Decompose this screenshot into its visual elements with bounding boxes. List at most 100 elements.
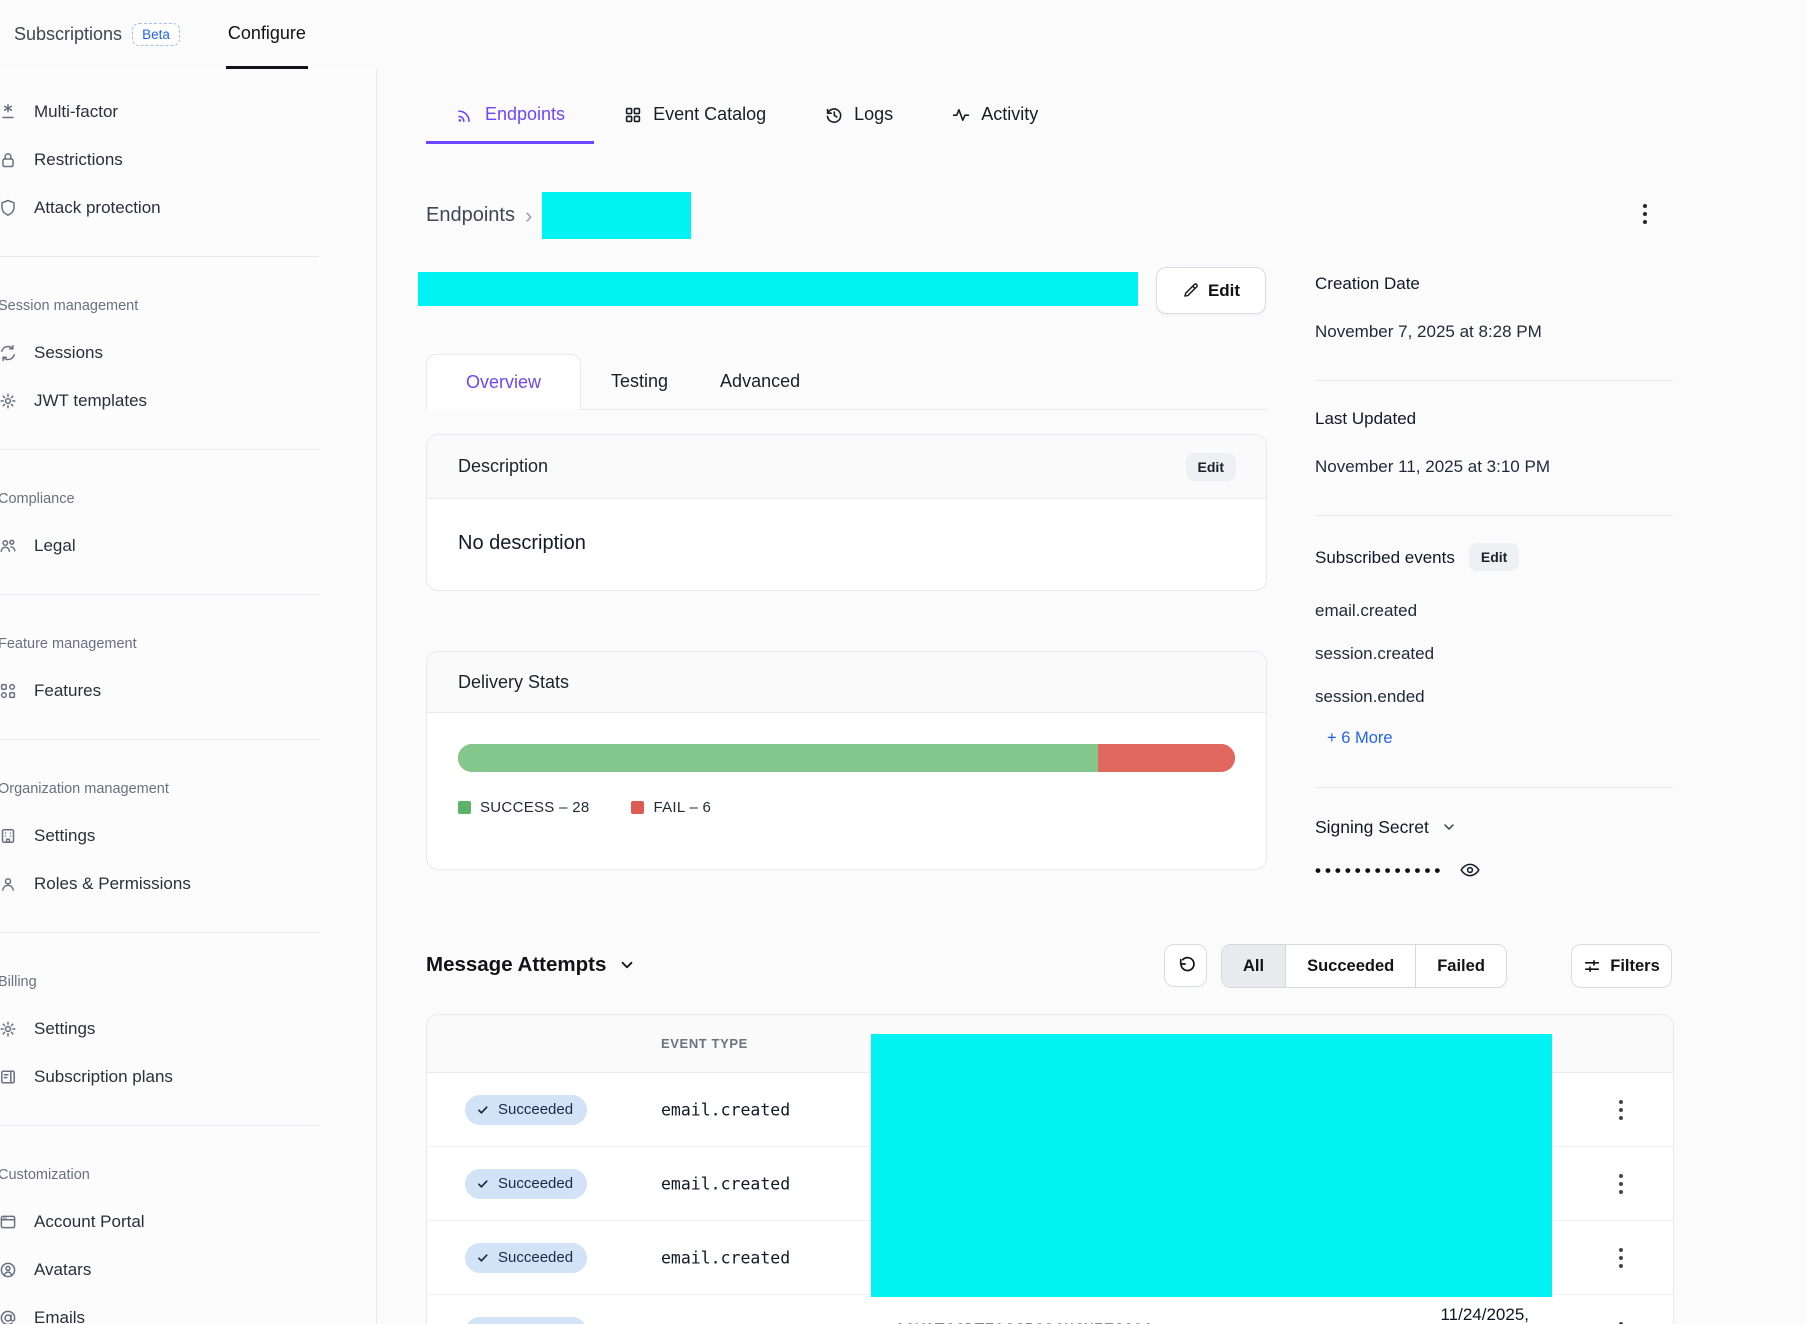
redaction-table-columns [871, 1034, 1552, 1297]
rotate-icon [0, 343, 18, 363]
sidebar-item-sessions[interactable]: Sessions [0, 329, 376, 377]
sidebar-item-multi-factor[interactable]: Multi-factor [0, 88, 376, 136]
segment-all[interactable]: All [1222, 945, 1285, 987]
history-icon [824, 105, 844, 125]
more-events-link[interactable]: + 6 More [1315, 728, 1393, 749]
timestamp-cell: 11/24/2025, [1402, 1305, 1529, 1324]
signing-secret-row[interactable]: Signing Secret [1315, 816, 1674, 838]
edit-label: Edit [1208, 281, 1240, 301]
segment-succeeded[interactable]: Succeeded [1285, 945, 1415, 987]
edit-endpoint-button[interactable]: Edit [1156, 267, 1266, 314]
sidebar-divider [0, 594, 319, 595]
sidebar-item-label: JWT templates [34, 391, 147, 411]
sidebar-item-avatars[interactable]: Avatars [0, 1246, 376, 1294]
sidebar-item-org-settings[interactable]: Settings [0, 812, 376, 860]
tab-subscriptions[interactable]: Subscriptions Beta [14, 0, 180, 69]
activity-icon [951, 105, 971, 125]
webhooks-tabs: Endpoints Event Catalog Logs Activity [426, 92, 1067, 144]
description-title: Description [458, 456, 548, 477]
sidebar-item-label: Emails [34, 1308, 85, 1324]
tab-event-catalog[interactable]: Event Catalog [594, 92, 795, 144]
sidebar-item-emails[interactable]: Emails [0, 1294, 376, 1324]
sidebar-section-organization-management: Organization management [0, 780, 376, 798]
table-row[interactable]: Succeeded email.created 01KAT66RT7Q6C5G9… [427, 1295, 1673, 1324]
sidebar-item-account-portal[interactable]: Account Portal [0, 1198, 376, 1246]
row-menu-button[interactable] [1611, 1167, 1631, 1201]
sidebar-section-billing: Billing [0, 973, 376, 991]
sidebar-item-restrictions[interactable]: Restrictions [0, 136, 376, 184]
status-badge: Succeeded [465, 1317, 587, 1324]
tab-advanced[interactable]: Advanced [720, 354, 800, 409]
sidebar-item-features[interactable]: Features [0, 667, 376, 715]
chevron-down-icon [1441, 819, 1457, 835]
signing-secret-value-row: ••••••••••••• [1315, 859, 1674, 883]
sidebar-divider [0, 739, 319, 740]
tab-overview[interactable]: Overview [426, 354, 581, 410]
breadcrumb: Endpoints › [426, 192, 691, 239]
sidebar-section-customization: Customization [0, 1166, 376, 1184]
breadcrumb-endpoints-link[interactable]: Endpoints [426, 204, 515, 227]
edit-description-button[interactable]: Edit [1186, 453, 1236, 481]
message-attempts-table: EVENT TYPE Succeeded email.created Succe… [426, 1014, 1674, 1324]
row-menu-button[interactable] [1611, 1241, 1631, 1275]
check-icon [476, 1103, 490, 1117]
event-type-cell: email.created [661, 1100, 790, 1119]
sidebar-item-label: Restrictions [34, 150, 123, 170]
sidebar-item-label: Settings [34, 826, 95, 846]
sidebar-item-label: Multi-factor [34, 102, 118, 122]
sidebar-item-jwt-templates[interactable]: JWT templates [0, 377, 376, 425]
success-legend-label: SUCCESS – 28 [480, 799, 589, 816]
legend-success: SUCCESS – 28 [458, 799, 589, 816]
sidebar-item-attack-protection[interactable]: Attack protection [0, 184, 376, 232]
delivery-stats-title: Delivery Stats [458, 672, 569, 693]
avatar-icon [0, 1260, 18, 1280]
sidebar-item-subscription-plans[interactable]: Subscription plans [0, 1053, 376, 1101]
sidebar-item-billing-settings[interactable]: Settings [0, 1005, 376, 1053]
breadcrumb-separator: › [525, 203, 532, 229]
row-menu-button[interactable] [1611, 1315, 1631, 1324]
grid-dots-icon [0, 681, 18, 701]
description-card: Description Edit No description [426, 434, 1267, 591]
sidebar-item-label: Account Portal [34, 1212, 145, 1232]
row-menu-button[interactable] [1611, 1093, 1631, 1127]
subscribed-events-label: Subscribed events [1315, 547, 1455, 568]
delivery-stats-bar [458, 744, 1235, 772]
tab-label: Advanced [720, 371, 800, 392]
sidebar-item-label: Legal [34, 536, 76, 556]
creation-date-value: November 7, 2025 at 8:28 PM [1315, 321, 1674, 342]
reveal-secret-button[interactable] [1458, 859, 1482, 883]
endpoint-menu-button[interactable] [1633, 196, 1657, 232]
refresh-button[interactable] [1164, 944, 1207, 987]
success-bar-segment [458, 744, 1098, 772]
lock-icon [0, 150, 18, 170]
gear-icon [0, 391, 18, 411]
segment-failed[interactable]: Failed [1415, 945, 1506, 987]
rss-icon [455, 105, 475, 125]
description-empty-text: No description [427, 499, 1266, 588]
tab-logs[interactable]: Logs [795, 92, 922, 144]
sidebar-item-label: Features [34, 681, 101, 701]
tab-configure[interactable]: Configure [226, 0, 308, 69]
sidebar-divider [0, 449, 319, 450]
status-badge: Succeeded [465, 1169, 587, 1199]
tab-endpoints[interactable]: Endpoints [426, 92, 594, 144]
sidebar-item-legal[interactable]: Legal [0, 522, 376, 570]
tab-label: Overview [466, 372, 541, 393]
edit-subscribed-events-button[interactable]: Edit [1469, 543, 1519, 571]
delivery-stats-legend: SUCCESS – 28 FAIL – 6 [458, 799, 1235, 816]
filters-button[interactable]: Filters [1571, 944, 1672, 988]
signing-secret-masked: ••••••••••••• [1315, 861, 1444, 881]
message-attempts-title: Message Attempts [426, 953, 606, 977]
subscribed-event: email.created [1315, 600, 1674, 621]
top-navigation: Subscriptions Beta Configure [0, 0, 1806, 69]
sidebar-item-roles-permissions[interactable]: Roles & Permissions [0, 860, 376, 908]
users-icon [0, 536, 18, 556]
last-updated-value: November 11, 2025 at 3:10 PM [1315, 456, 1674, 477]
endpoint-detail-tabs: Overview Testing Advanced [426, 354, 1267, 410]
sidebar-item-label: Sessions [34, 343, 103, 363]
delivery-stats-card: Delivery Stats SUCCESS – 28 FAIL – 6 [426, 651, 1267, 870]
message-attempts-header[interactable]: Message Attempts [426, 953, 636, 977]
sidebar-section-compliance: Compliance [0, 490, 376, 508]
tab-activity[interactable]: Activity [922, 92, 1067, 144]
tab-testing[interactable]: Testing [611, 354, 668, 409]
